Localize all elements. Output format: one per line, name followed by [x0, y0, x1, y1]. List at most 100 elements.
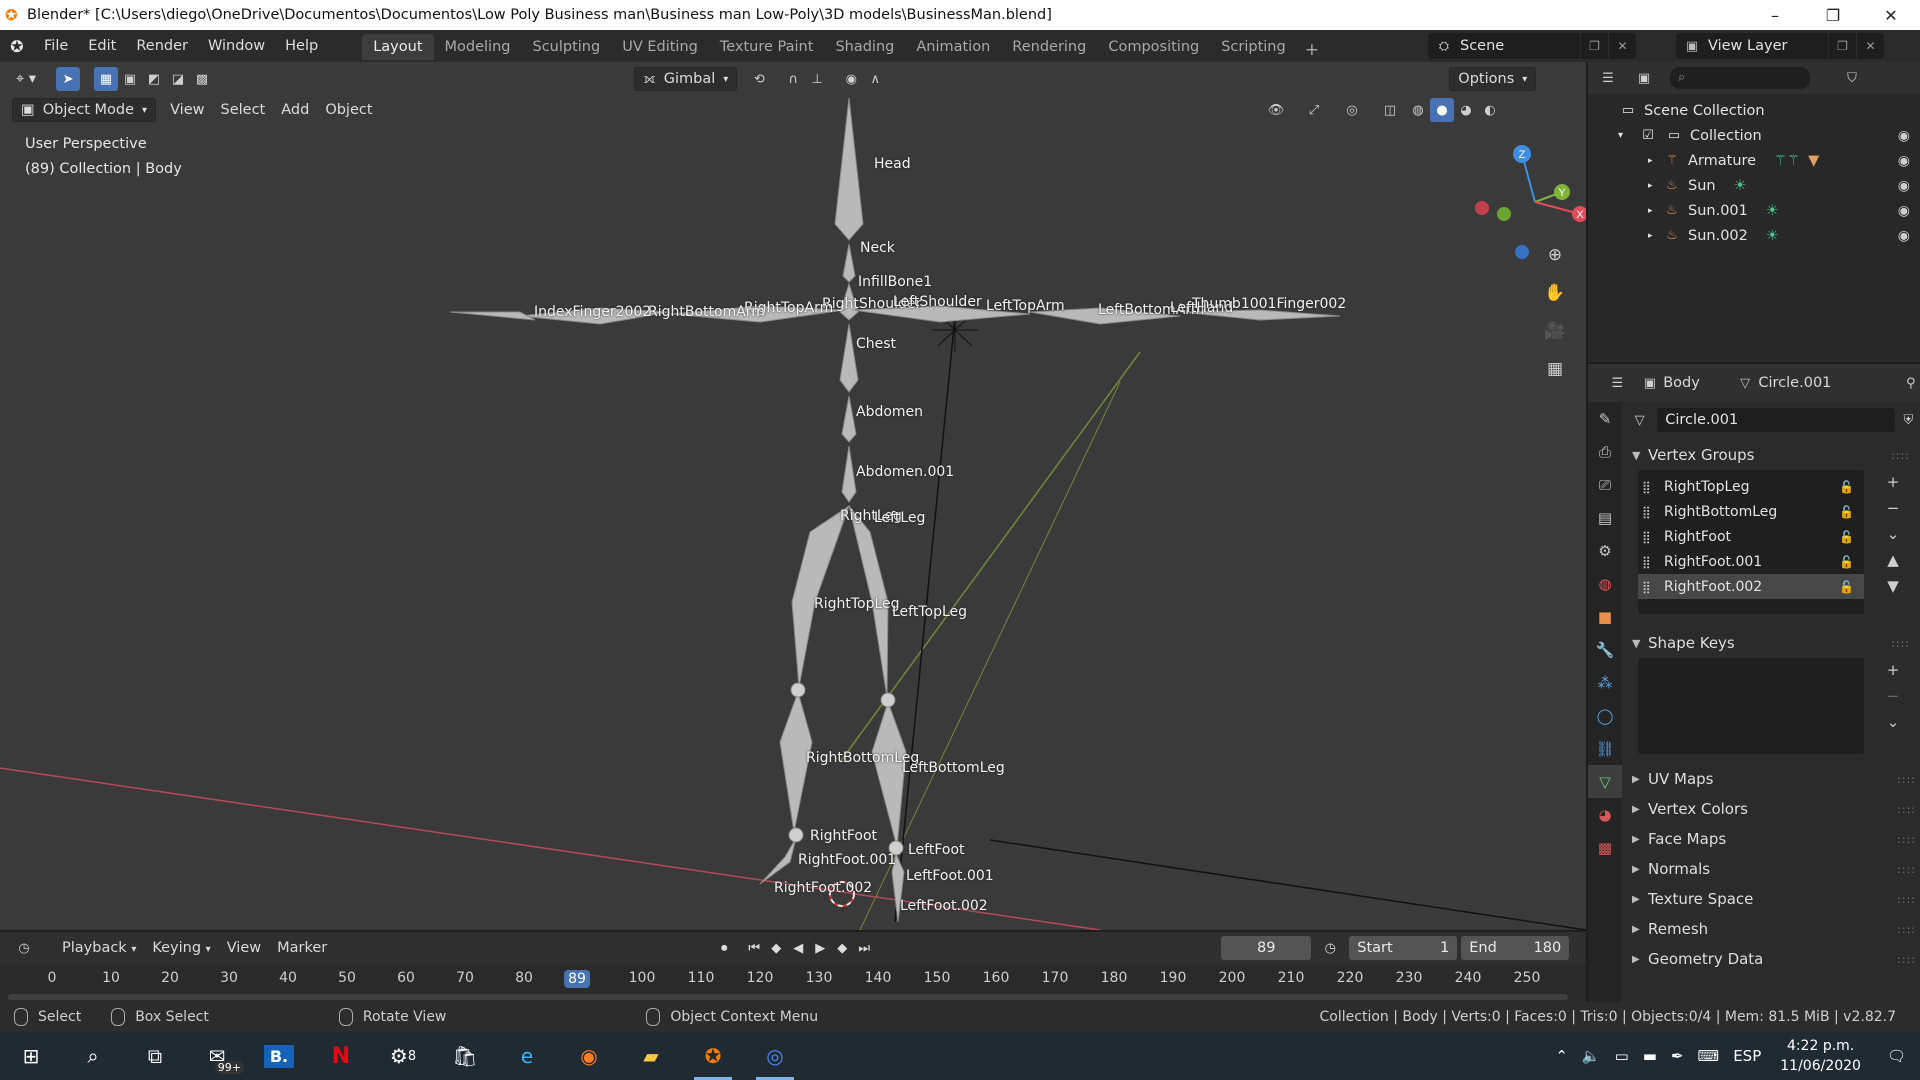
zoom-icon[interactable]: ⊕: [1538, 238, 1572, 272]
normals-panel-header[interactable]: ▶ Normals ::::: [1628, 854, 1920, 884]
scene-selector[interactable]: ⛭ Scene ❐ ✕: [1428, 33, 1636, 59]
drag-grip-icon[interactable]: ::::: [1897, 863, 1916, 876]
particles-tab-icon[interactable]: ⁂: [1588, 666, 1622, 699]
vertex-group-item-selected[interactable]: ⣿ RightFoot.002 🔓: [1638, 574, 1864, 599]
store-icon[interactable]: 🛍: [434, 1032, 496, 1080]
remove-shape-key-button[interactable]: −: [1880, 684, 1906, 708]
tab-sculpting[interactable]: Sculpting: [521, 34, 611, 60]
view-layer-tab-icon[interactable]: ▤: [1588, 501, 1622, 534]
face-maps-panel-header[interactable]: ▶ Face Maps ::::: [1628, 824, 1920, 854]
jump-start-icon[interactable]: ⏮: [743, 936, 765, 960]
unlock-icon[interactable]: 🔓: [1839, 480, 1854, 494]
record-icon[interactable]: ⏺: [713, 936, 735, 960]
prev-keyframe-icon[interactable]: ◆: [765, 936, 787, 960]
pen-icon[interactable]: ✒: [1664, 1047, 1691, 1065]
menu-help[interactable]: Help: [275, 34, 328, 58]
edge-icon[interactable]: e: [496, 1032, 558, 1080]
tab-shading[interactable]: Shading: [824, 34, 905, 60]
uv-maps-panel-header[interactable]: ▶ UV Maps ::::: [1628, 764, 1920, 794]
timeline-menu-keying[interactable]: Keying ▾: [144, 940, 218, 956]
b-app-icon[interactable]: B.: [248, 1032, 310, 1080]
solid-shading-icon[interactable]: ●: [1430, 98, 1454, 122]
outliner-row-collection[interactable]: ▾ ☑ ▭ Collection ◉: [1588, 123, 1920, 148]
material-tab-icon[interactable]: ◕: [1588, 798, 1622, 831]
scene-tab-icon[interactable]: ⚙: [1588, 534, 1622, 567]
fake-user-shield-icon[interactable]: ⛨: [1897, 408, 1920, 432]
select-tool-icon[interactable]: ➤: [56, 67, 81, 91]
timeline-menu-view[interactable]: View: [219, 940, 269, 956]
display-mode-icon[interactable]: ▣: [1632, 66, 1656, 90]
menu-edit[interactable]: Edit: [78, 34, 126, 58]
mail-app-icon[interactable]: ✉ 99+: [186, 1032, 248, 1080]
move-up-icon[interactable]: ▲: [1880, 548, 1906, 572]
viewport-menu-select[interactable]: Select: [213, 98, 274, 122]
unlock-icon[interactable]: 🔓: [1839, 505, 1854, 519]
pan-hand-icon[interactable]: ✋: [1538, 276, 1572, 310]
tab-texture-paint[interactable]: Texture Paint: [709, 34, 825, 60]
proportional-edit-icon[interactable]: ◉: [839, 67, 863, 91]
chrome-icon[interactable]: ◎: [744, 1032, 806, 1080]
viewport-menu-object[interactable]: Object: [317, 98, 380, 122]
unlock-icon[interactable]: 🔓: [1839, 530, 1854, 544]
rendered-shading-icon[interactable]: ◐: [1478, 98, 1502, 122]
outliner-row-sun[interactable]: ▸ ♨ Sun ☀ ◉: [1588, 173, 1920, 198]
world-tab-icon[interactable]: ◍: [1588, 567, 1622, 600]
drag-grip-icon[interactable]: ::::: [1897, 833, 1916, 846]
eye-icon[interactable]: ◉: [1898, 228, 1910, 244]
vertex-group-item[interactable]: ⣿ RightTopLeg 🔓: [1638, 474, 1864, 499]
end-frame-field[interactable]: End 180: [1461, 936, 1570, 960]
netflix-icon[interactable]: N: [310, 1032, 372, 1080]
remesh-panel-header[interactable]: ▶ Remesh ::::: [1628, 914, 1920, 944]
mode-dropdown[interactable]: ▣ Object Mode ▾: [12, 98, 157, 122]
pin-icon[interactable]: ⚲: [1901, 371, 1920, 395]
timeline-editor-icon[interactable]: ◷: [12, 936, 36, 960]
new-scene-icon[interactable]: ❐: [1580, 33, 1608, 59]
expand-arrow-icon[interactable]: ▸: [1648, 156, 1662, 166]
mesh-browse-icon[interactable]: ▽: [1628, 408, 1651, 432]
task-view-icon[interactable]: ⧉: [124, 1032, 186, 1080]
current-frame-field[interactable]: 89: [1221, 936, 1312, 960]
editor-type-icon[interactable]: ⌖ ▾: [8, 67, 44, 91]
shape-keys-panel-header[interactable]: ▼ Shape Keys ::::: [1628, 628, 1920, 658]
drag-grip-icon[interactable]: ::::: [1897, 803, 1916, 816]
play-icon[interactable]: ▶: [809, 936, 831, 960]
unlock-icon[interactable]: 🔓: [1839, 555, 1854, 569]
output-tab-icon[interactable]: ⎚: [1588, 468, 1622, 501]
add-shape-key-button[interactable]: +: [1880, 658, 1906, 682]
viewport-menu-view[interactable]: View: [162, 98, 212, 122]
viewport-menu-add[interactable]: Add: [273, 98, 317, 122]
3d-viewport[interactable]: Head Neck InfillBone1 RightShoulder Left…: [0, 62, 1586, 930]
outliner-editor-icon[interactable]: ☰: [1596, 66, 1620, 90]
physics-tab-icon[interactable]: ◯: [1588, 699, 1622, 732]
falloff-icon[interactable]: ∧: [863, 67, 887, 91]
filter-icon[interactable]: ⛉: [1840, 66, 1864, 90]
clock[interactable]: 4:22 p.m. 11/06/2020: [1768, 1036, 1873, 1076]
gizmo-toggle-icon[interactable]: ⤢: [1302, 98, 1326, 122]
battery-icon[interactable]: ▬: [1636, 1047, 1664, 1065]
network-icon[interactable]: ▭: [1608, 1047, 1636, 1065]
blender-menu-icon[interactable]: ✪: [0, 30, 34, 62]
expand-arrow-icon[interactable]: ▸: [1648, 206, 1662, 216]
snap-magnet-icon[interactable]: ∩: [781, 67, 805, 91]
outliner-row-sun001[interactable]: ▸ ♨ Sun.001 ☀ ◉: [1588, 198, 1920, 223]
modifier-tab-icon[interactable]: 🔧: [1588, 633, 1622, 666]
drag-grip-icon[interactable]: ::::: [1897, 773, 1916, 786]
eye-icon[interactable]: ◉: [1898, 128, 1910, 144]
timeline-menu-marker[interactable]: Marker: [269, 940, 335, 956]
wireframe-shading-icon[interactable]: ◍: [1406, 98, 1430, 122]
vertex-colors-panel-header[interactable]: ▶ Vertex Colors ::::: [1628, 794, 1920, 824]
constraints-tab-icon[interactable]: ⛓: [1588, 732, 1622, 765]
select-invert-icon[interactable]: ◪: [166, 67, 190, 91]
language-indicator[interactable]: ESP: [1726, 1047, 1768, 1065]
texture-space-panel-header[interactable]: ▶ Texture Space ::::: [1628, 884, 1920, 914]
vertex-groups-panel-header[interactable]: ▼ Vertex Groups ::::: [1628, 440, 1920, 470]
vertex-group-specials-icon[interactable]: ⌄: [1880, 522, 1906, 546]
ortho-toggle-icon[interactable]: ▦: [1538, 352, 1572, 386]
drag-grip-icon[interactable]: ::::: [1897, 923, 1916, 936]
xray-toggle-icon[interactable]: ◫: [1378, 98, 1402, 122]
eye-icon[interactable]: ◉: [1898, 178, 1910, 194]
drag-grip-icon[interactable]: ::::: [1897, 953, 1916, 966]
shape-keys-list[interactable]: [1638, 658, 1864, 754]
tab-rendering[interactable]: Rendering: [1001, 34, 1097, 60]
tab-scripting[interactable]: Scripting: [1210, 34, 1296, 60]
